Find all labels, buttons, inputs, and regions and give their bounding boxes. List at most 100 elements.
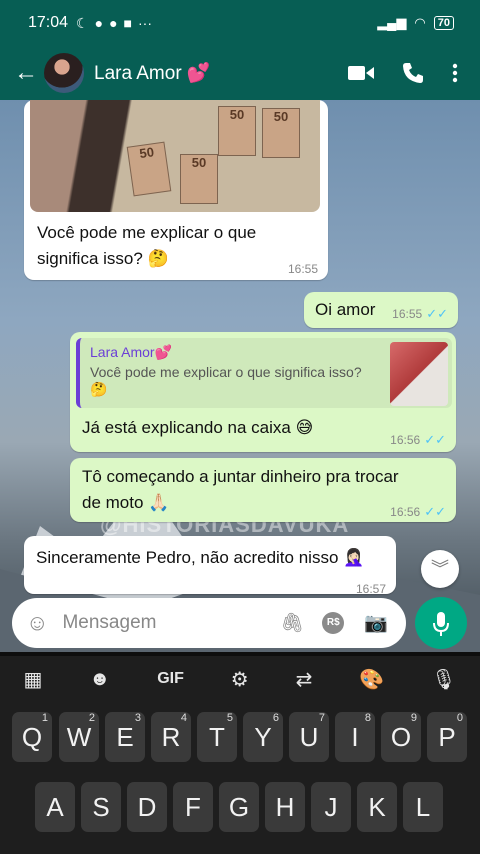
key-label: F (185, 792, 201, 822)
phone-icon[interactable] (402, 62, 424, 84)
key-k[interactable]: K (357, 782, 397, 832)
chat-notification-icon-2: ● (109, 14, 118, 31)
key-g[interactable]: G (219, 782, 259, 832)
key-label: H (275, 792, 295, 822)
key-h[interactable]: H (265, 782, 305, 832)
message-outgoing[interactable]: Oi amor 16:55 ✓✓ (304, 292, 458, 328)
quoted-text: Você pode me explicar o que significa is… (90, 364, 362, 397)
key-label: I (351, 722, 359, 752)
double-chevron-down-icon: ︾ (431, 559, 449, 579)
keyboard: Q1 W2 E3 R4 T5 Y6 U7 I8 O9 P0 A S D F G … (0, 702, 480, 854)
back-arrow-icon[interactable]: ← (14, 59, 38, 87)
key-hint: 5 (226, 712, 233, 724)
key-w[interactable]: W2 (59, 712, 99, 762)
key-q[interactable]: Q1 (12, 712, 52, 762)
message-incoming-image[interactable]: 50 50 50 50 Você pode me explicar o que … (24, 100, 328, 280)
chat-header: ← Lara Amor 💕 (0, 46, 480, 100)
banknote: 50 (262, 108, 300, 158)
video-notification-icon: ■ (123, 14, 133, 31)
key-f[interactable]: F (173, 782, 213, 832)
quoted-message[interactable]: Lara Amor💕 Você pode me explicar o que s… (76, 338, 452, 408)
key-label: O (390, 722, 412, 752)
key-r[interactable]: R4 (151, 712, 191, 762)
key-label: T (209, 722, 225, 752)
key-label: Y (254, 722, 272, 752)
key-label: U (299, 722, 319, 752)
attach-icon[interactable]: 🖇 (280, 611, 304, 635)
key-label: A (46, 792, 64, 822)
read-ticks-icon: ✓✓ (426, 306, 448, 321)
message-outgoing[interactable]: Tô começando a juntar dinheiro pra troca… (70, 458, 456, 522)
more-notifications-icon: ··· (138, 14, 153, 31)
key-a[interactable]: A (35, 782, 75, 832)
scroll-down-button[interactable]: ︾ (421, 550, 459, 588)
key-hint: 9 (410, 712, 417, 724)
message-time: 16:56 ✓✓ (390, 504, 446, 520)
translate-icon[interactable]: ⇄ (296, 667, 313, 692)
message-incoming[interactable]: Sinceramente Pedro, não acredito nisso 🤦… (24, 536, 396, 596)
moon-icon: ☾ (76, 14, 89, 31)
key-e[interactable]: E3 (105, 712, 145, 762)
message-text: Já está explicando na caixa 😅 (82, 418, 314, 437)
key-label: R (161, 722, 181, 752)
key-hint: 8 (364, 712, 371, 724)
key-label: J (324, 792, 338, 822)
key-l[interactable]: L (403, 782, 443, 832)
banknote: 50 (180, 154, 218, 204)
chat-area[interactable]: 50 50 50 50 Você pode me explicar o que … (0, 100, 480, 652)
key-label: S (92, 792, 110, 822)
key-s[interactable]: S (81, 782, 121, 832)
payment-icon[interactable]: R$ (322, 612, 345, 634)
key-y[interactable]: Y6 (243, 712, 283, 762)
key-t[interactable]: T5 (197, 712, 237, 762)
key-hint: 4 (180, 712, 187, 724)
message-outgoing-reply[interactable]: Lara Amor💕 Você pode me explicar o que s… (70, 332, 456, 452)
avatar[interactable] (44, 53, 84, 93)
key-hint: 2 (88, 712, 95, 724)
grid-icon[interactable]: ▦ (23, 667, 42, 692)
battery-icon: 70 (433, 16, 454, 30)
key-label: G (228, 792, 250, 822)
gear-icon[interactable]: ⚙ (231, 667, 249, 692)
key-label: K (368, 792, 386, 822)
message-photo[interactable]: 50 50 50 50 (30, 100, 320, 212)
key-i[interactable]: I8 (335, 712, 375, 762)
message-input-bar[interactable]: ☺ Mensagem 🖇 R$ 📷 (12, 598, 406, 648)
message-time-text: 16:56 (390, 505, 421, 519)
read-ticks-icon: ✓✓ (424, 504, 446, 519)
message-text: Você pode me explicar o que significa is… (37, 223, 257, 268)
message-time: 16:56 ✓✓ (390, 432, 446, 448)
key-u[interactable]: U7 (289, 712, 329, 762)
camera-icon[interactable]: 📷 (364, 611, 388, 635)
key-label: Q (21, 722, 43, 752)
key-label: D (137, 792, 157, 822)
status-bar: 17:04 ☾ ● ● ■ ··· ▂▄▆ ◠ 70 (0, 0, 480, 46)
sticker-icon[interactable]: ☻ (89, 668, 110, 691)
message-time: 16:57 (355, 582, 386, 596)
emoji-icon[interactable]: ☺ (26, 610, 48, 636)
key-o[interactable]: O9 (381, 712, 421, 762)
chat-notification-icon: ● (94, 14, 104, 31)
mic-icon (433, 612, 449, 637)
key-d[interactable]: D (127, 782, 167, 832)
key-p[interactable]: P0 (427, 712, 467, 762)
message-time-text: 16:56 (390, 433, 421, 447)
signal-icon: ▂▄▆ (377, 15, 407, 30)
quoted-author: Lara Amor💕 (90, 344, 173, 360)
voice-message-button[interactable] (415, 597, 467, 649)
message-time: 16:55 ✓✓ (392, 306, 448, 322)
key-hint: 6 (272, 712, 279, 724)
message-input[interactable]: Mensagem (62, 612, 280, 634)
more-icon[interactable] (452, 63, 458, 83)
mic-icon[interactable]: 🎙 (431, 667, 456, 692)
gif-button[interactable]: GIF (157, 670, 184, 688)
key-hint: 1 (41, 712, 48, 724)
video-call-icon[interactable] (348, 64, 374, 82)
message-text: Tô começando a juntar dinheiro pra troca… (82, 467, 399, 512)
key-label: E (116, 722, 134, 752)
notification-icons: ☾ ● ● ■ ··· (76, 15, 152, 32)
palette-icon[interactable]: 🎨 (359, 667, 384, 692)
contact-name[interactable]: Lara Amor 💕 (94, 61, 211, 85)
key-j[interactable]: J (311, 782, 351, 832)
key-label: L (415, 792, 431, 822)
